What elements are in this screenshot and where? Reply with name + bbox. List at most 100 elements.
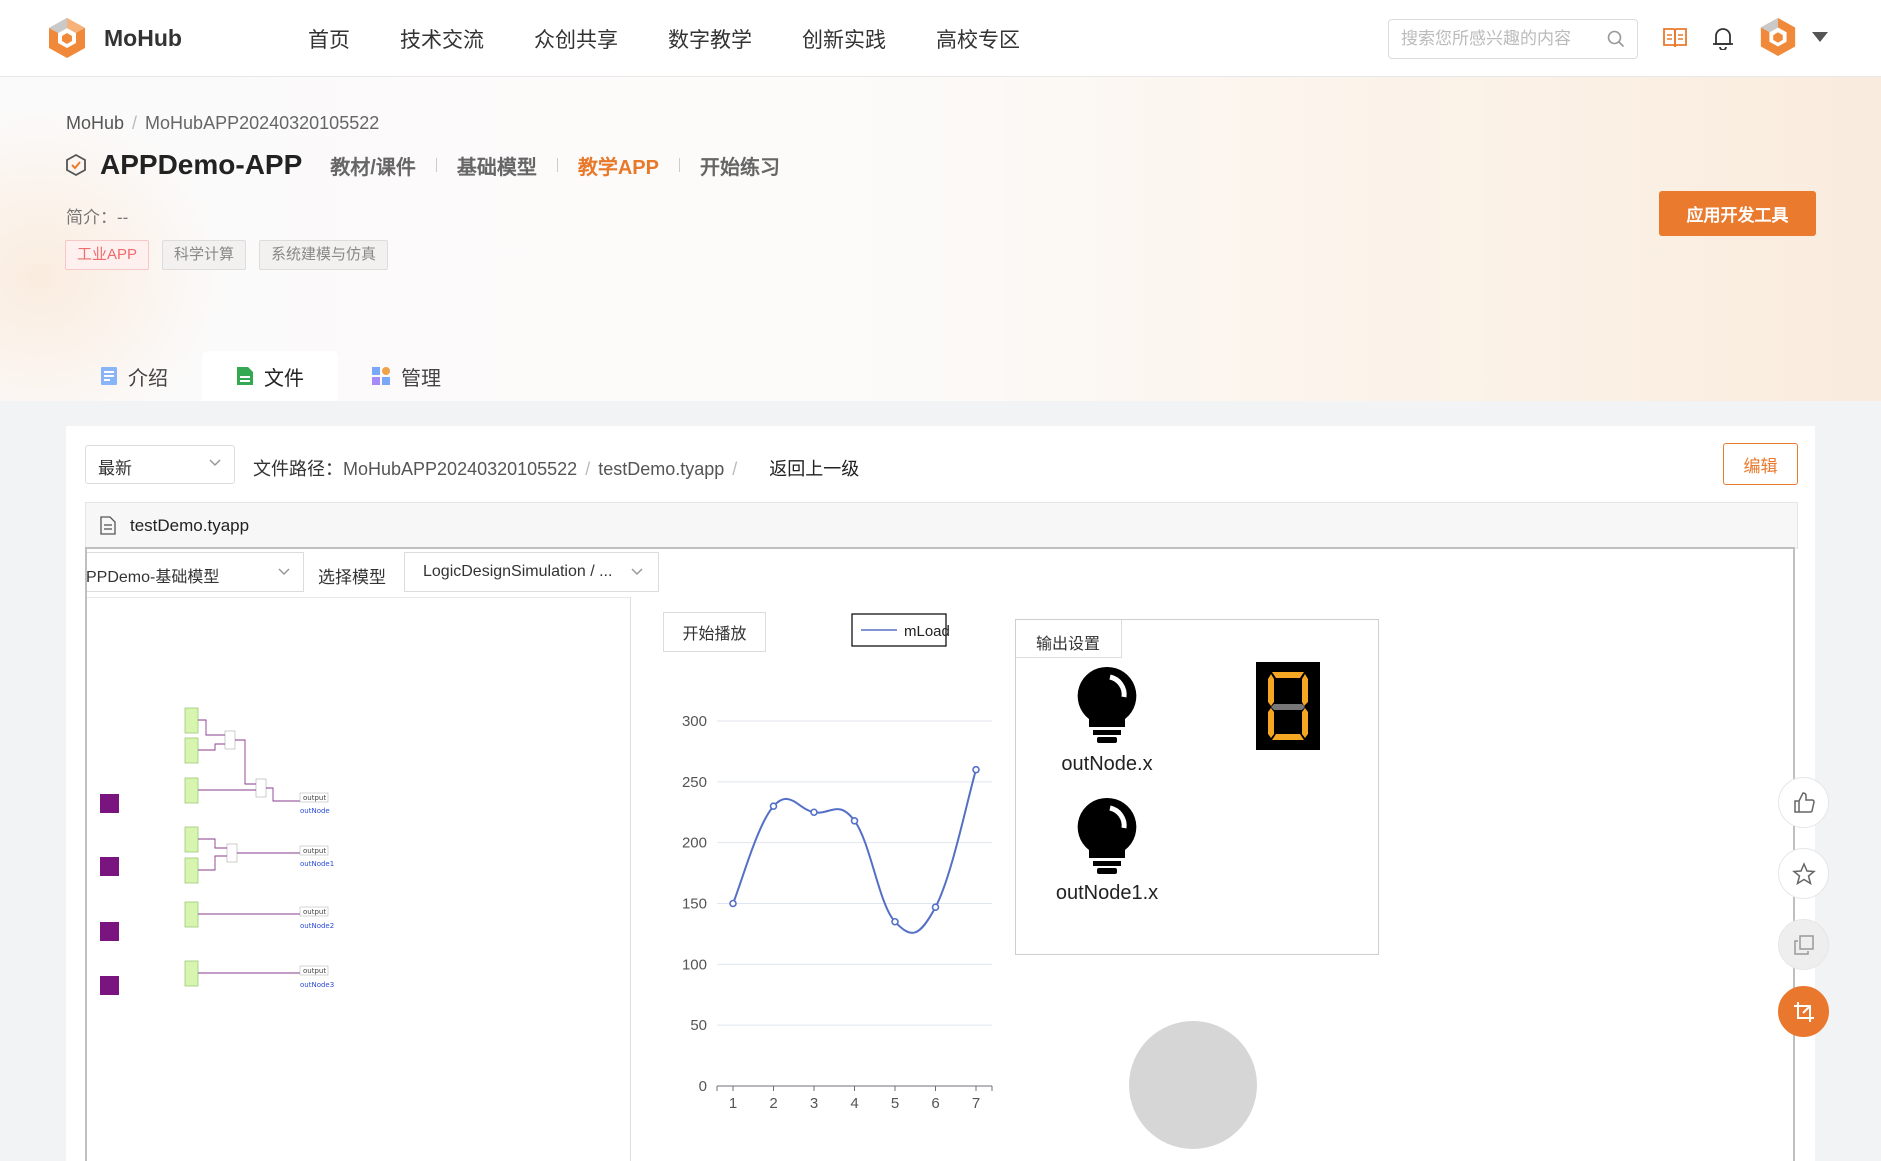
- diagram-output-label: output: [303, 967, 326, 975]
- y-tick-label: 50: [690, 1017, 707, 1034]
- y-tick-label: 150: [682, 896, 707, 913]
- tag-system-modeling[interactable]: 系统建模与仿真: [259, 240, 389, 270]
- nav-item-digital-teaching[interactable]: 数字教学: [668, 24, 752, 54]
- tag-scientific-computing[interactable]: 科学计算: [162, 240, 247, 270]
- copy-icon: [1793, 934, 1814, 955]
- crop-icon: [1793, 1001, 1814, 1022]
- mohub-logo-icon: [49, 18, 85, 58]
- tab-teaching-app[interactable]: 教学APP: [578, 151, 659, 180]
- favorite-button[interactable]: [1778, 848, 1829, 899]
- tab-base-model[interactable]: 基础模型: [457, 151, 537, 180]
- verified-badge-icon: [66, 153, 86, 177]
- book-icon[interactable]: [1662, 26, 1688, 50]
- data-point: [810, 808, 818, 817]
- file-name: testDemo.tyapp: [130, 516, 250, 535]
- y-tick-label: 0: [699, 1078, 707, 1095]
- mload-line-chart: 0 50 100 150 200 250 300 1 2 3 4 5 6 7 mLoad: [682, 613, 993, 1112]
- y-tick-label: 100: [682, 956, 707, 973]
- data-point: [891, 917, 899, 926]
- nav-item-home[interactable]: 首页: [308, 24, 350, 54]
- chevron-down-icon: [278, 568, 290, 576]
- data-point: [769, 802, 778, 810]
- version-select[interactable]: 最新: [85, 445, 235, 484]
- seven-segment-display-icon: [1256, 662, 1320, 750]
- path-part-file[interactable]: testDemo.tyapp: [598, 459, 724, 479]
- diagram-node-outnode2: outNode2: [300, 922, 334, 930]
- tab-files-label: 文件: [264, 367, 304, 390]
- top-nav: MoHub 首页 技术交流 众创共享 数字教学 创新实践 高校专区: [0, 0, 1881, 77]
- diagram-output-label: output: [303, 847, 326, 855]
- search-icon[interactable]: [1607, 30, 1625, 48]
- y-tick-label: 200: [682, 835, 707, 852]
- project-header: MoHub / MoHubAPP20240320105522 APPDemo-APP…: [0, 77, 1881, 401]
- x-tick-label: 7: [972, 1095, 980, 1112]
- tab-start-practice[interactable]: 开始练习: [700, 151, 780, 180]
- output-settings-title[interactable]: 输出设置: [1016, 620, 1122, 658]
- tag-industrial-app[interactable]: 工业APP: [65, 240, 150, 270]
- diagram-node-outnode3: outNode3: [300, 981, 334, 989]
- search-input[interactable]: [1401, 28, 1601, 50]
- breadcrumb-current: MoHubAPP20240320105522: [145, 113, 380, 133]
- file-path-label: 文件路径：: [253, 459, 343, 479]
- file-panel: 最新 文件路径：MoHubAPP20240320105522/testDemo.…: [66, 426, 1815, 1161]
- back-link[interactable]: 返回上一级: [769, 459, 859, 479]
- start-play-button[interactable]: 开始播放: [663, 612, 766, 652]
- tag-list: 工业APP 科学计算 系统建模与仿真: [65, 240, 401, 270]
- like-button[interactable]: [1778, 777, 1829, 828]
- tab-intro-label: 介绍: [128, 367, 168, 390]
- tab-courseware[interactable]: 教材/课件: [330, 151, 416, 180]
- search-box: [1388, 19, 1638, 59]
- bell-icon[interactable]: [1712, 26, 1734, 50]
- main-nav: 首页 技术交流 众创共享 数字教学 创新实践 高校专区: [308, 24, 1070, 54]
- dev-tool-button[interactable]: 应用开发工具: [1659, 191, 1816, 236]
- x-tick-label: 6: [931, 1095, 939, 1112]
- breadcrumb: MoHub / MoHubAPP20240320105522: [66, 113, 380, 133]
- edit-button[interactable]: 编辑: [1723, 443, 1798, 485]
- version-select-value: 最新: [98, 459, 132, 478]
- copy-button[interactable]: [1778, 919, 1829, 970]
- path-part-root[interactable]: MoHubAPP20240320105522: [343, 459, 577, 479]
- series-line-mload: [732, 769, 977, 934]
- model-select[interactable]: PPDemo-基础模型: [86, 552, 304, 592]
- brand-name: MoHub: [104, 24, 182, 51]
- page-title: APPDemo-APP: [100, 149, 303, 180]
- tab-files[interactable]: 文件: [202, 351, 338, 401]
- data-point: [850, 816, 859, 825]
- nav-item-tech-exchange[interactable]: 技术交流: [400, 24, 484, 54]
- tab-intro[interactable]: 介绍: [66, 351, 202, 401]
- legend-label-mload: mLoad: [904, 623, 950, 640]
- avatar[interactable]: [1758, 16, 1798, 58]
- breadcrumb-root[interactable]: MoHub: [66, 113, 124, 133]
- thumbs-up-icon: [1793, 791, 1815, 813]
- app-preview: PPDemo-基础模型 选择模型 LogicDesignSimulation /…: [85, 547, 1795, 1161]
- file-icon: [237, 367, 253, 385]
- diagram-output-label: output: [303, 908, 326, 916]
- nav-item-innovation[interactable]: 创新实践: [802, 24, 886, 54]
- simulation-select-value: LogicDesignSimulation / ...: [423, 563, 613, 580]
- simulation-select[interactable]: LogicDesignSimulation / ...: [404, 552, 659, 592]
- data-point: [972, 765, 980, 774]
- file-icon: [100, 516, 116, 535]
- main-tabs: 介绍 文件 管理: [66, 351, 474, 401]
- model-diagram[interactable]: output outNode output outNode1 output ou…: [87, 597, 631, 1161]
- title-row: APPDemo-APP 教材/课件 基础模型 教学APP 开始练习: [64, 149, 780, 181]
- bulb-label-outnode: outNode.x: [1061, 753, 1153, 775]
- data-point: [729, 899, 737, 908]
- model-select-value: PPDemo-基础模型: [86, 569, 220, 586]
- lightbulb-icon: [1077, 666, 1137, 743]
- grid-icon: [372, 367, 390, 385]
- nav-item-university[interactable]: 高校专区: [936, 24, 1020, 54]
- crop-button[interactable]: [1778, 986, 1829, 1037]
- logo[interactable]: MoHub: [46, 16, 182, 60]
- lightbulb-icon: [1077, 797, 1137, 874]
- y-tick-label: 250: [682, 774, 707, 791]
- data-point: [931, 903, 940, 911]
- diagram-canvas: output outNode output outNode1 output ou…: [100, 707, 334, 995]
- tab-manage[interactable]: 管理: [338, 351, 474, 401]
- chevron-down-icon[interactable]: [1812, 32, 1828, 42]
- nav-item-crowd-share[interactable]: 众创共享: [534, 24, 618, 54]
- file-path: 文件路径：MoHubAPP20240320105522/testDemo.tya…: [253, 459, 860, 479]
- file-header: testDemo.tyapp: [85, 502, 1798, 549]
- tab-manage-label: 管理: [401, 367, 441, 390]
- output-settings-panel: 输出设置 outNode.x outNode1.x: [1015, 619, 1379, 955]
